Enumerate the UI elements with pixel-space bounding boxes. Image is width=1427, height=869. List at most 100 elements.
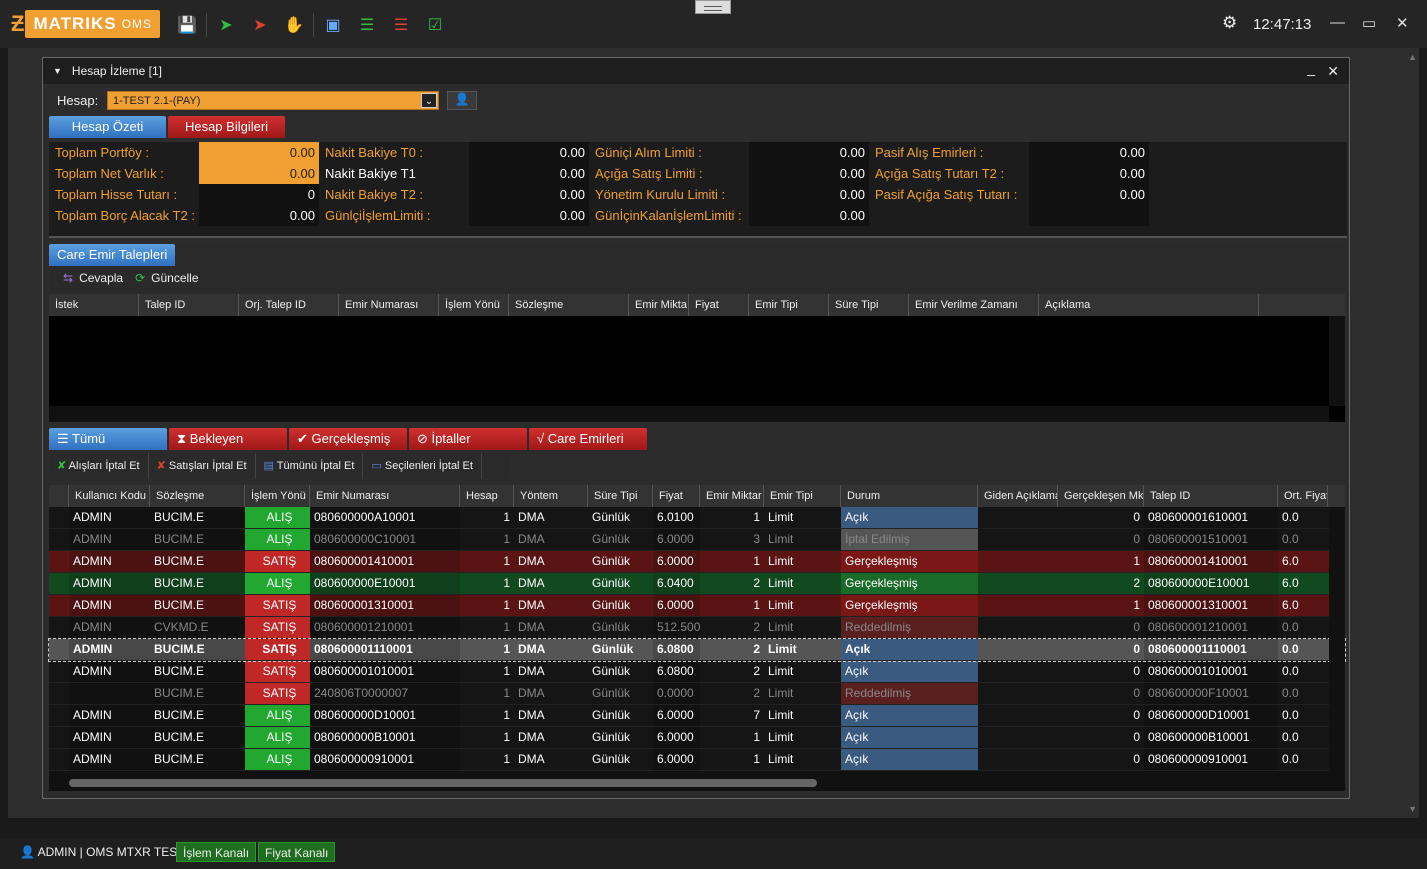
tab-cancelled[interactable]: ⊘ İptaller	[409, 428, 527, 450]
cancel-all-button[interactable]: ▤ Tümünü İptal Et	[256, 453, 364, 479]
reply-button[interactable]: Cevapla	[79, 271, 123, 285]
cancel-buys-button[interactable]: ✘ Alışları İptal Et	[49, 453, 149, 479]
column-header[interactable]: Gerçekleşen Mk	[1058, 485, 1144, 507]
trade-channel-badge[interactable]: İşlem Kanalı	[176, 842, 257, 862]
tab-account-summary[interactable]: Hesap Özeti	[49, 116, 166, 138]
column-header[interactable]: Fiyat	[653, 485, 700, 507]
chevron-down-icon[interactable]: ⌄	[421, 93, 437, 108]
tab-pending[interactable]: ⧗ Bekleyen	[169, 428, 287, 450]
table-row[interactable]: ADMIN BUCIM.E ALIŞ 080600000B10001 1 DMA Günlü…	[49, 727, 1345, 749]
column-header[interactable]: Talep ID	[1144, 485, 1278, 507]
type-cell: Limit	[768, 598, 794, 612]
refresh-icon[interactable]: ⟳	[135, 271, 145, 285]
buy-icon[interactable]: ➤	[209, 12, 243, 38]
panel-close-icon[interactable]: ✕	[1327, 63, 1339, 80]
column-header[interactable]: Süre Tipi	[829, 294, 909, 316]
scroll-down-icon[interactable]: ▼	[1408, 804, 1417, 814]
column-header[interactable]: Emir Numarası	[310, 485, 460, 507]
column-header[interactable]: Yöntem	[514, 485, 588, 507]
column-header[interactable]: Talep ID	[139, 294, 239, 316]
table-row[interactable]: ADMIN BUCIM.E SATIŞ 080600001110001 1 DMA Günl…	[48, 638, 1346, 662]
table-row[interactable]: ADMIN BUCIM.E SATIŞ 080600001410001 1 DMA Günl…	[49, 551, 1345, 573]
column-header[interactable]: Giden Açıklama	[978, 485, 1058, 507]
column-header[interactable]: Fiyat	[689, 294, 749, 316]
price-channel-badge[interactable]: Fiyat Kanalı	[258, 842, 336, 862]
table-row[interactable]: ADMIN BUCIM.E ALIŞ 080600000D10001 1 DMA Günlü…	[49, 705, 1345, 727]
price-cell: 6.0800	[653, 639, 700, 660]
column-header[interactable]: Orj. Talep ID	[239, 294, 339, 316]
summary-label: Toplam Net Varlık :	[55, 166, 164, 181]
column-header[interactable]: Emir Verilme Zamanı	[909, 294, 1039, 316]
drag-handle[interactable]	[695, 0, 731, 14]
column-header[interactable]: Emir Mikta	[629, 294, 689, 316]
tab-care-orders[interactable]: √ Care Emirleri	[529, 428, 647, 450]
column-header[interactable]: İşlem Yönü	[439, 294, 509, 316]
tab-filled[interactable]: ✔ Gerçekleşmiş	[289, 428, 407, 450]
minimize-icon[interactable]: —	[1330, 14, 1345, 31]
order-no-cell: 080600001110001	[310, 639, 460, 660]
table-row[interactable]: ADMIN BUCIM.E ALIŞ 080600000A10001 1 DMA Günlü…	[49, 507, 1345, 529]
scroll-up-icon[interactable]: ▲	[1408, 52, 1417, 62]
care-horizontal-scrollbar[interactable]	[49, 406, 1329, 422]
symbol-cell: BUCIM.E	[150, 551, 245, 572]
tab-all[interactable]: ☰ Tümü	[49, 428, 167, 450]
table-row[interactable]: ADMIN BUCIM.E SATIŞ 080600001310001 1 DMA Günl…	[49, 595, 1345, 617]
orders-horizontal-scrollbar[interactable]	[49, 775, 1329, 791]
orders-section: ☰ Tümü ⧗ Bekleyen ✔ Gerçekleşmiş ⊘ İptal…	[48, 428, 1346, 798]
column-header[interactable]: Süre Tipi	[588, 485, 653, 507]
column-header[interactable]: Hesap	[460, 485, 514, 507]
checklist-icon[interactable]: ☑	[418, 12, 452, 38]
close-icon[interactable]: ✕	[1396, 14, 1409, 32]
column-header[interactable]: Emir Miktar	[700, 485, 764, 507]
column-header[interactable]: Ort. Fiyat	[1278, 485, 1328, 507]
cancel-sell-icon: ✘	[156, 460, 169, 472]
workspace-horizontal-scrollbar[interactable]	[8, 820, 1419, 836]
order-no-cell: 080600000A10001	[310, 507, 460, 528]
column-header[interactable]: Sözleşme	[150, 485, 245, 507]
table-row[interactable]: BUCIM.E SATIŞ 240806T0000007 1 DMA Günlük 0.00…	[49, 683, 1345, 705]
table-row[interactable]: ADMIN CVKMD.E SATIŞ 080600001210001 1 DMA Günl…	[49, 617, 1345, 639]
list-red-icon[interactable]: ☰	[384, 12, 418, 38]
table-row[interactable]: ADMIN BUCIM.E ALIŞ 080600000C10001 1 DMA Günlü…	[49, 529, 1345, 551]
orders-vertical-scrollbar[interactable]	[1329, 507, 1345, 773]
tab-care-requests[interactable]: Care Emir Talepleri	[49, 244, 176, 266]
cancel-sells-button[interactable]: ✘ Satışları İptal Et	[149, 453, 256, 479]
account-dropdown[interactable]: 1-TEST 2.1-(PAY) ⌄	[107, 91, 439, 110]
column-header[interactable]: Sözleşme	[509, 294, 629, 316]
column-header[interactable]: Emir Tipi	[749, 294, 829, 316]
orders-scroll-thumb[interactable]	[69, 779, 817, 787]
column-header[interactable]: Emir Numarası	[339, 294, 439, 316]
panel-minimize-icon[interactable]: _	[1307, 60, 1315, 76]
request-id-cell: 080600001310001	[1144, 595, 1278, 616]
column-header[interactable]: Durum	[841, 485, 978, 507]
table-row[interactable]: ADMIN BUCIM.E ALIŞ 080600000E10001 1 DMA Günlü…	[49, 573, 1345, 595]
status-cell: Reddedilmiş	[841, 683, 978, 704]
account-icon[interactable]: ▣	[316, 12, 350, 38]
qty-cell: 3	[753, 532, 760, 546]
maximize-icon[interactable]: ▭	[1362, 14, 1376, 32]
avg-price-cell: 6.0	[1282, 576, 1299, 590]
account-user-button[interactable]: 👤	[447, 91, 477, 110]
summary-label: Yönetim Kurulu Limiti :	[595, 187, 726, 202]
table-row[interactable]: ADMIN BUCIM.E ALIŞ 080600000910001 1 DMA Günlü…	[49, 749, 1345, 771]
column-header[interactable]: Kullanıcı Kodu	[69, 485, 150, 507]
care-vertical-scrollbar[interactable]	[1329, 316, 1345, 406]
tab-account-info[interactable]: Hesap Bilgileri	[168, 116, 285, 138]
summary-label: Açığa Satış Tutarı T2 :	[875, 166, 1005, 181]
column-header[interactable]: Açıklama	[1039, 294, 1259, 316]
sell-icon[interactable]: ➤	[243, 12, 277, 38]
hand-icon[interactable]: ✋	[277, 12, 311, 38]
status-cell: Açık	[841, 749, 978, 770]
save-icon[interactable]: 💾	[170, 12, 204, 38]
column-header[interactable]: Emir Tipi	[764, 485, 841, 507]
table-row[interactable]: ADMIN BUCIM.E SATIŞ 080600001010001 1 DMA Günl…	[49, 661, 1345, 683]
list-icon[interactable]: ☰	[350, 12, 384, 38]
order-filter-tabs: ☰ Tümü ⧗ Bekleyen ✔ Gerçekleşmiş ⊘ İptal…	[49, 428, 1345, 450]
gear-icon[interactable]: ⚙	[1222, 13, 1237, 33]
column-header[interactable]: İstek	[49, 294, 139, 316]
cancel-selected-button[interactable]: ▭ Seçilenleri İptal Et	[363, 453, 482, 479]
column-header[interactable]: İşlem Yönü	[245, 485, 310, 507]
reply-icon[interactable]: ⇆	[63, 271, 73, 285]
collapse-icon[interactable]: ▼	[53, 66, 62, 76]
refresh-button[interactable]: Güncelle	[151, 271, 198, 285]
